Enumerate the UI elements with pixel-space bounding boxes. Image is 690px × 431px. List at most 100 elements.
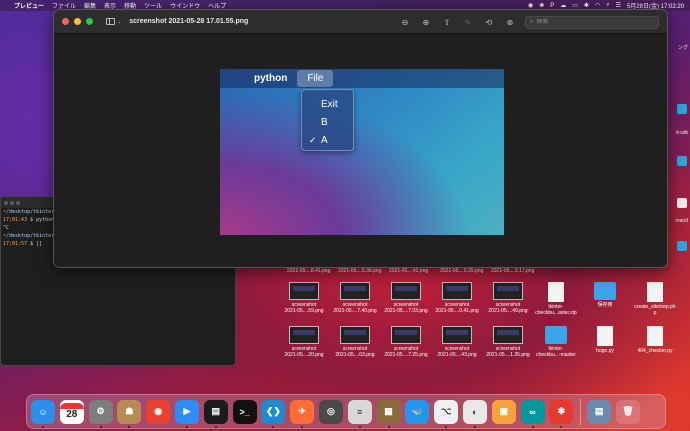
desktop-file[interactable]: screenshot 2021-05....49.png (485, 282, 531, 314)
desktop-file[interactable]: screenshot 2021-05....20.png (281, 326, 327, 358)
control-center-icon[interactable]: ☰ (616, 2, 621, 9)
minimize-icon[interactable] (10, 200, 14, 205)
zoom-out-icon[interactable]: ⊖ (398, 15, 412, 29)
image-thumbnail-icon (391, 326, 421, 344)
status-icon-a[interactable]: ◉ (528, 2, 533, 9)
share-icon[interactable]: ⇪ (440, 15, 454, 29)
running-indicator (42, 425, 44, 428)
desktop-file-subname: 2021-05....20.png (284, 352, 324, 358)
annotate-icon[interactable]: ⊗ (503, 15, 517, 29)
dock-downloads-stack-icon[interactable]: ▤ (587, 399, 612, 424)
desktop-file[interactable]: tkinter-checkbu...aster.zip (533, 282, 579, 316)
rotate-icon[interactable]: ⟲ (482, 15, 496, 29)
desktop-file[interactable]: hoge.py (582, 326, 628, 354)
desktop-file-label[interactable]: 2021-05....5.36.png (338, 268, 381, 274)
desktop-file-subname: 2021-05....59.png (284, 308, 324, 314)
preview-canvas: python File Exit B ✓ A (54, 34, 667, 267)
markup-pen-icon[interactable]: ✎ (461, 15, 475, 29)
dock-postman-icon[interactable]: ✈ (290, 399, 315, 428)
folder-icon[interactable] (677, 104, 687, 114)
close-button[interactable] (62, 18, 69, 25)
running-indicator (301, 425, 304, 428)
menu-app-name[interactable]: プレビュー (14, 1, 44, 10)
desktop-file[interactable]: 404_checker.py (632, 326, 678, 354)
folder-icon (594, 282, 616, 300)
dock-terminal-icon[interactable]: >_ (232, 399, 257, 424)
dock-trash-icon[interactable]: 🗑 (615, 399, 640, 424)
desktop-file[interactable]: tkinter-checkbu...-master (533, 326, 579, 358)
battery-icon[interactable]: ▭ (572, 2, 578, 9)
fullscreen-button[interactable] (86, 18, 93, 25)
folder-icon[interactable] (677, 241, 687, 251)
search-field[interactable]: ⌕ (525, 15, 659, 29)
desktop-file-subname: checkbu...-master (536, 352, 576, 358)
sidebar-toggle-button[interactable]: ⌄ (106, 18, 121, 25)
dock-vscode-icon[interactable]: ❮❯ (261, 399, 286, 428)
desktop-file[interactable]: screenshot 2021-05....7.40.png (332, 282, 378, 314)
dock-zoom-icon[interactable]: ▶ (174, 399, 199, 428)
dock-system-preferences-icon[interactable]: ⚙ (88, 399, 113, 428)
image-thumbnail-icon (340, 282, 370, 300)
desktop-file[interactable]: screenshot 2021-05....7.03.png (383, 282, 429, 314)
image-thumbnail-icon (493, 326, 523, 344)
status-icon-p[interactable]: P (550, 3, 554, 9)
image-thumbnail-icon (493, 282, 523, 300)
image-thumbnail-icon (340, 326, 370, 344)
search-input[interactable] (536, 19, 647, 25)
image-thumbnail-icon (289, 326, 319, 344)
desktop-file-name: 保存用 (597, 302, 613, 308)
document-title: screenshot 2021-05-28 17.01.55.png (129, 18, 249, 25)
desktop-file[interactable]: screenshot 2021-05....0.41.png (434, 282, 480, 314)
desktop-file-subname: checkbu...aster.zip (535, 310, 577, 316)
desktop-file[interactable]: screenshot 2021-05....59.png (281, 282, 327, 314)
desktop-file[interactable]: 保存用 (582, 282, 628, 308)
dock-separator (580, 398, 582, 425)
preview-titlebar[interactable]: ⌄ screenshot 2021-05-28 17.01.55.png ⊖ ⊕… (54, 10, 667, 34)
folder-icon[interactable] (677, 156, 687, 166)
document-icon[interactable] (677, 198, 687, 208)
screenshot-menu-item-b: B (321, 116, 328, 128)
dock-finder-icon[interactable]: ☺ (31, 399, 55, 428)
image-thumbnail-icon (391, 282, 421, 300)
desktop-file[interactable]: screenshot 2021-05....1.35.png (485, 326, 531, 358)
dock-contacts-icon[interactable]: ☗ (117, 399, 142, 428)
dock-proxyman-icon[interactable]: ◎ (318, 399, 343, 424)
folder-icon (545, 326, 567, 344)
desktop-file[interactable]: create_sitemap.ph p (632, 282, 678, 316)
dock-sourcetree-icon[interactable]: ⌥ (434, 399, 459, 428)
zoom-icon[interactable] (16, 200, 20, 205)
desktop-file-subname: p (653, 310, 657, 316)
running-indicator (272, 425, 275, 428)
screenshot-app-name: python (254, 73, 288, 84)
status-icon-b[interactable]: ❀ (539, 2, 544, 9)
dock-chrome-icon[interactable]: ◉ (146, 399, 171, 424)
dock-activity-monitor-icon[interactable]: ▤ (203, 399, 228, 428)
dock-sequel-icon[interactable]: ≡ (347, 399, 372, 428)
desktop-file[interactable]: screenshot 2021-05....7.25.png (383, 326, 429, 358)
running-indicator (473, 425, 476, 428)
bluetooth-icon[interactable]: ✱ (584, 2, 589, 9)
desktop-file[interactable]: screenshot 2021-05....03.png (332, 326, 378, 358)
desktop-file-label[interactable]: 2021-05....8.41.png (287, 268, 330, 274)
search-icon[interactable]: ⌕ (606, 2, 609, 9)
dock-docker-icon[interactable]: 🐳 (405, 399, 430, 424)
desktop-file-label[interactable]: 2021-05....3.17.png (491, 268, 534, 274)
cloud-icon[interactable]: ☁ (560, 2, 566, 9)
dock-calendar-icon[interactable]: 28 (59, 399, 84, 424)
dock-clock-icon[interactable]: ✱ (549, 399, 574, 428)
preview-window[interactable]: ⌄ screenshot 2021-05-28 17.01.55.png ⊖ ⊕… (53, 9, 668, 268)
zoom-in-icon[interactable]: ⊕ (419, 15, 433, 29)
dock-preview-icon[interactable]: ▣ (491, 399, 516, 424)
close-icon[interactable] (4, 200, 8, 205)
dock-archive-icon[interactable]: ▦ (376, 399, 401, 428)
desktop-file-label[interactable]: 2021-05....42.png (389, 268, 428, 274)
minimize-button[interactable] (74, 18, 81, 25)
running-indicator (99, 425, 102, 428)
dock-arduino-icon[interactable]: ∞ (520, 399, 545, 428)
window-controls (62, 18, 98, 25)
wifi-icon[interactable]: ◠ (595, 2, 600, 9)
desktop-file-label[interactable]: 2021-05....0.25.png (440, 268, 483, 274)
desktop-file[interactable]: screenshot 2021-05....43.png (434, 326, 480, 358)
dock-pencil-app-icon[interactable]: ◐ (462, 399, 487, 428)
desktop-file-subname: 2021-05....7.03.png (384, 308, 428, 314)
